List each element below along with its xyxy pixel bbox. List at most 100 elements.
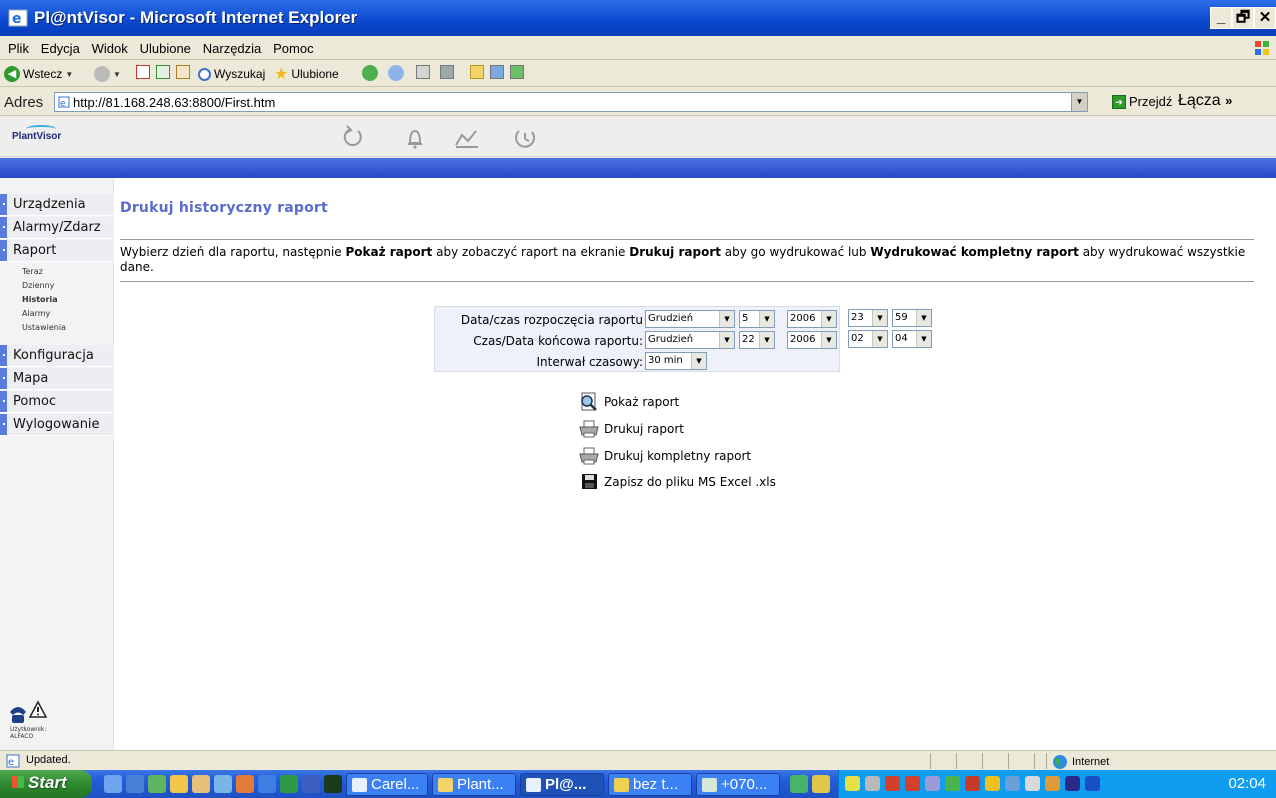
show-report-link[interactable]: Pokaż raport xyxy=(578,392,679,412)
taskbar-item-carel[interactable]: Carel... xyxy=(346,773,428,796)
taskbar-item-plantvisor[interactable]: Pl@... xyxy=(520,773,604,796)
tray-icon[interactable] xyxy=(965,776,980,791)
sidebar-item-logout[interactable]: Wylogowanie xyxy=(0,414,114,436)
tray-icon[interactable] xyxy=(1005,776,1020,791)
quicklaunch-icon[interactable] xyxy=(192,775,210,793)
alarm-bell-icon[interactable] xyxy=(400,123,430,151)
end-minute-select[interactable]: 04 ▼ xyxy=(892,330,932,348)
tray-icon[interactable] xyxy=(945,776,960,791)
tray-icon[interactable] xyxy=(1045,776,1060,791)
sidebar-subitem-history[interactable]: Historia xyxy=(22,295,58,304)
minimize-button[interactable]: _ xyxy=(1210,7,1232,29)
interval-select[interactable]: 30 min ▼ xyxy=(645,352,707,370)
tray-icon[interactable] xyxy=(865,776,880,791)
tray-icon[interactable] xyxy=(905,776,920,791)
sidebar-item-alarms[interactable]: Alarmy/Zdarz xyxy=(0,217,114,239)
quicklaunch-icon[interactable] xyxy=(170,775,188,793)
menu-edit[interactable]: Edycja xyxy=(37,36,84,56)
forward-button[interactable]: ▼ xyxy=(94,65,121,83)
taskbar-item-paint[interactable]: bez t... xyxy=(608,773,692,796)
quicklaunch-icon[interactable] xyxy=(126,775,144,793)
tray-icon[interactable] xyxy=(845,776,860,791)
trend-chart-icon[interactable] xyxy=(452,123,482,151)
menu-favorites[interactable]: Ulubione xyxy=(136,36,195,56)
sidebar-item-report[interactable]: Raport xyxy=(0,240,114,262)
menu-tools[interactable]: Narzędzia xyxy=(199,36,266,56)
search-button[interactable]: Wyszukaj xyxy=(198,65,265,83)
menu-help[interactable]: Pomoc xyxy=(269,36,317,56)
quicklaunch-icon[interactable] xyxy=(790,775,808,793)
sidebar-item-help[interactable]: Pomoc xyxy=(0,391,114,413)
favorites-button[interactable]: ★ Ulubione xyxy=(274,65,339,83)
tray-icon[interactable] xyxy=(1025,776,1040,791)
start-year-select[interactable]: 2006 ▼ xyxy=(787,310,837,328)
address-input[interactable]: e http://81.168.248.63:8800/First.htm xyxy=(54,92,1088,112)
quicklaunch-icon[interactable] xyxy=(104,775,122,793)
address-dropdown-button[interactable]: ▼ xyxy=(1071,92,1088,112)
end-year-select[interactable]: 2006 ▼ xyxy=(787,331,837,349)
tray-icon[interactable] xyxy=(885,776,900,791)
taskbar-item-excel[interactable]: +070... xyxy=(696,773,780,796)
tray-icon[interactable] xyxy=(985,776,1000,791)
chevron-down-icon: ▼ xyxy=(821,332,836,348)
export-excel-link[interactable]: Zapisz do pliku MS Excel .xls xyxy=(578,472,776,492)
paint-icon xyxy=(614,778,629,792)
quicklaunch-icon[interactable] xyxy=(302,775,320,793)
start-day-select[interactable]: 5 ▼ xyxy=(739,310,775,328)
quicklaunch-icon[interactable] xyxy=(324,775,342,793)
status-text: Updated. xyxy=(26,754,71,766)
sidebar-subitem-daily[interactable]: Dzienny xyxy=(22,281,54,290)
refresh-icon[interactable] xyxy=(338,123,368,151)
tray-icon[interactable] xyxy=(925,776,940,791)
clock-icon[interactable] xyxy=(510,123,540,151)
interval-row: Interwał czasowy: 30 min ▼ xyxy=(435,351,839,371)
sidebar-item-map[interactable]: Mapa xyxy=(0,368,114,390)
quicklaunch-icon[interactable] xyxy=(812,775,830,793)
sidebar-subitem-alarms[interactable]: Alarmy xyxy=(22,309,50,318)
menu-view[interactable]: Widok xyxy=(88,36,132,56)
stop-icon[interactable] xyxy=(136,65,150,79)
menu-file[interactable]: Plik xyxy=(0,36,33,56)
taskbar-item-plant[interactable]: Plant... xyxy=(432,773,516,796)
start-button[interactable]: Start xyxy=(0,770,92,798)
end-month-select[interactable]: Grudzień ▼ xyxy=(645,331,735,349)
quicklaunch-icon[interactable] xyxy=(214,775,232,793)
quicklaunch-icon[interactable] xyxy=(148,775,166,793)
history-icon[interactable] xyxy=(362,65,378,81)
tray-icon[interactable] xyxy=(1065,776,1080,791)
quicklaunch-icon[interactable] xyxy=(236,775,254,793)
end-hour-select[interactable]: 02 ▼ xyxy=(848,330,888,348)
windows-logo-icon xyxy=(1255,41,1269,55)
links-button[interactable]: Łącza » xyxy=(1178,92,1232,110)
print-report-link[interactable]: Drukuj raport xyxy=(578,419,684,439)
edit-icon[interactable] xyxy=(440,65,454,79)
user-info: Użytkownik: ALFACO xyxy=(10,726,47,740)
sidebar-subitem-settings[interactable]: Ustawienia xyxy=(22,323,66,332)
go-button[interactable]: ➔ Przejdź xyxy=(1112,94,1172,109)
sidebar-item-devices[interactable]: Urządzenia xyxy=(0,194,114,216)
refresh-icon[interactable] xyxy=(156,65,170,79)
maximize-button[interactable]: 🗗 xyxy=(1232,7,1254,29)
print-full-report-link[interactable]: Drukuj kompletny raport xyxy=(578,446,751,466)
print-icon[interactable] xyxy=(416,65,430,79)
folder-icon[interactable] xyxy=(470,65,484,79)
bluetooth-icon[interactable] xyxy=(1085,776,1100,791)
quicklaunch-icon[interactable] xyxy=(280,775,298,793)
end-day-select[interactable]: 22 ▼ xyxy=(739,331,775,349)
start-minute-select[interactable]: 59 ▼ xyxy=(892,309,932,327)
start-hour-select[interactable]: 23 ▼ xyxy=(848,309,888,327)
mail-icon[interactable] xyxy=(388,65,404,81)
messenger-icon[interactable] xyxy=(490,65,504,79)
start-row: Data/czas rozpoczęcia raportu Grudzień ▼ … xyxy=(435,309,839,329)
sidebar-subitem-now[interactable]: Teraz xyxy=(22,267,43,276)
back-button[interactable]: ◀ Wstecz ▼ xyxy=(4,65,73,83)
quicklaunch-icon[interactable] xyxy=(258,775,276,793)
ie-toolbar: ◀ Wstecz ▼ ▼ Wyszukaj ★ Ulubione xyxy=(0,61,1276,87)
globe-icon xyxy=(1053,755,1067,769)
close-button[interactable]: ✕ xyxy=(1254,7,1276,29)
start-month-select[interactable]: Grudzień ▼ xyxy=(645,310,735,328)
home-icon[interactable] xyxy=(176,65,190,79)
research-icon[interactable] xyxy=(510,65,524,79)
page-area: Urządzenia Alarmy/Zdarz Raport Teraz Dzi… xyxy=(0,178,1276,750)
sidebar-item-configuration[interactable]: Konfiguracja xyxy=(0,345,114,367)
